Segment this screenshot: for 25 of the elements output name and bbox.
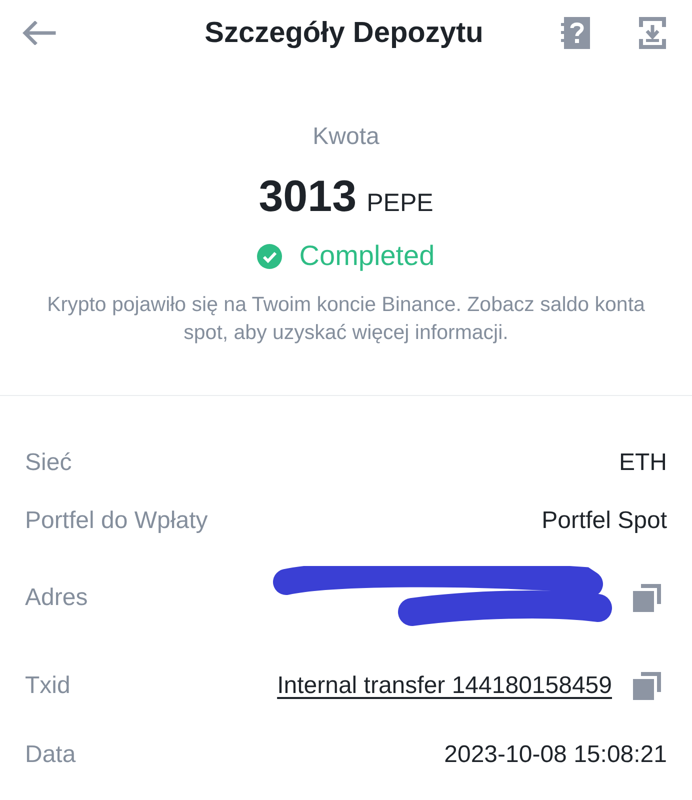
- detail-value: Portfel Spot: [542, 506, 667, 536]
- download-button[interactable]: [639, 17, 666, 49]
- page-title: Szczegóły Depozytu: [204, 16, 484, 51]
- back-arrow-icon: [22, 21, 56, 45]
- txid-link[interactable]: Internal transfer 144180158459: [277, 671, 612, 701]
- copy-button[interactable]: [632, 671, 662, 701]
- detail-label: Txid: [25, 671, 70, 701]
- amount-value: 3013: [258, 171, 357, 223]
- detail-value: 2023-10-08 15:08:21: [444, 740, 667, 770]
- amount-unit: PEPE: [366, 188, 434, 218]
- back-button[interactable]: [22, 20, 56, 46]
- detail-label: Adres: [25, 583, 88, 613]
- copy-icon: [632, 583, 662, 613]
- status-text: Completed: [299, 240, 435, 272]
- download-tray-icon: [639, 17, 666, 49]
- detail-value: ETH: [619, 448, 667, 478]
- copy-button[interactable]: [632, 583, 662, 613]
- deposit-note: Krypto pojawiło się na Twoim koncie Binance. Zobacz saldo konta spot, aby uzyskać więcej informacji.: [46, 292, 646, 346]
- copy-icon: [632, 671, 662, 701]
- detail-label: Data: [25, 740, 76, 770]
- detail-label: Portfel do Wpłaty: [25, 506, 208, 536]
- help-button[interactable]: [561, 17, 591, 49]
- detail-label: Sieć: [25, 448, 72, 478]
- help-document-icon: [561, 17, 591, 49]
- amount-label: Kwota: [312, 122, 380, 152]
